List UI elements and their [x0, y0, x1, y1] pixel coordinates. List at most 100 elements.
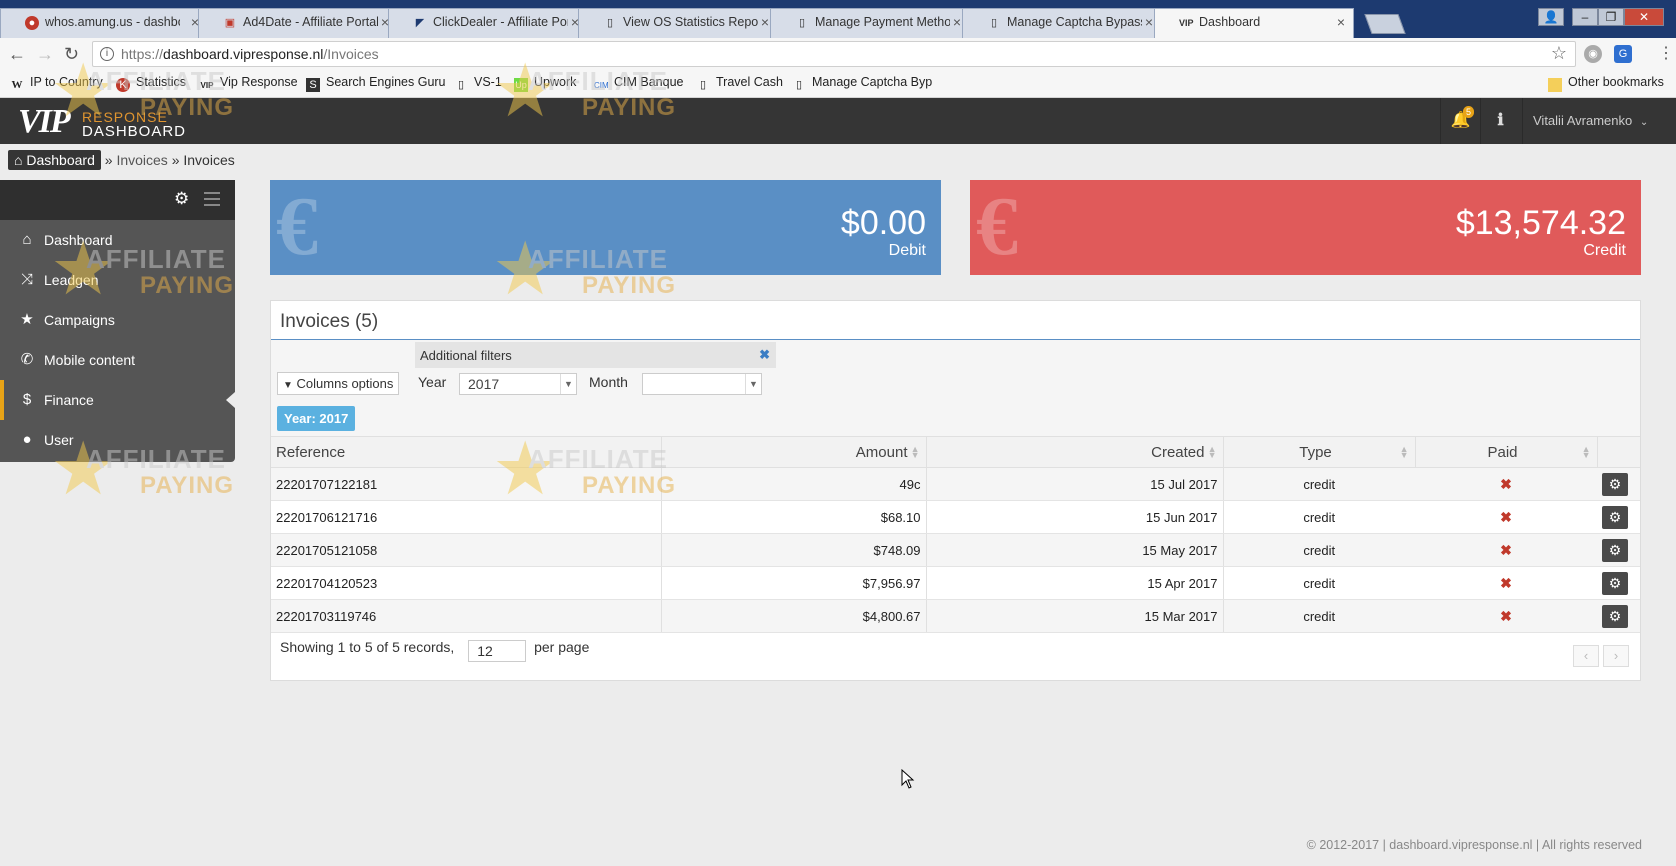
unpaid-icon: ✖	[1415, 566, 1597, 600]
bookmark-item[interactable]: CIM CIM Banque	[594, 75, 683, 93]
row-settings-button[interactable]: ⚙	[1602, 472, 1628, 496]
clickdealer-icon: ◤	[415, 17, 425, 29]
sidebar-item-campaigns[interactable]: ★ Campaigns	[0, 300, 235, 340]
browser-tab[interactable]: ▣ Ad4Date - Affiliate Portal ×	[198, 8, 398, 38]
page-icon: ▯	[795, 79, 803, 91]
vip-response-logo[interactable]: VIP RESPONSE DASHBOARD	[18, 103, 185, 141]
browser-tab-bar: ● whos.amung.us - dashbo × ▣ Ad4Date - A…	[0, 0, 1676, 38]
bookmark-item[interactable]: ▯ Travel Cash	[696, 75, 783, 92]
info-icon[interactable]: i	[100, 47, 114, 61]
gear-icon: ⚙	[1608, 607, 1622, 624]
table-row: 22201706121716 $68.10 15 Jun 2017 credit…	[271, 500, 1640, 534]
bookmark-item[interactable]: ▯ VS-1	[454, 75, 502, 92]
browser-tab[interactable]: ◤ ClickDealer - Affiliate Por ×	[388, 8, 588, 38]
reload-icon[interactable]: ↻	[64, 45, 79, 63]
breadcrumb-invoices-link[interactable]: Invoices	[116, 152, 167, 168]
gear-icon: ⚙	[1608, 574, 1622, 591]
menu-toggle-icon[interactable]	[204, 192, 220, 206]
columns-options-button[interactable]: ▼ Columns options	[277, 372, 400, 395]
per-page-input[interactable]: 12	[468, 640, 527, 662]
invoices-panel: Invoices (5) Additional filters ✖ ▼ Colu…	[270, 300, 1641, 681]
unpaid-icon: ✖	[1415, 500, 1597, 534]
restore-button[interactable]: ❐	[1598, 8, 1624, 26]
browser-tab[interactable]: ● whos.amung.us - dashbo ×	[0, 8, 208, 38]
browser-tab[interactable]: ▯ Manage Payment Metho ×	[770, 8, 970, 38]
forward-arrow-icon[interactable]: →	[36, 45, 54, 63]
vip-icon: VIP	[200, 81, 214, 90]
bookmark-star-icon[interactable]: ☆	[1551, 43, 1567, 64]
cim-icon: CIM	[594, 81, 609, 90]
prev-page-button[interactable]: ‹	[1573, 645, 1599, 667]
folder-icon	[1548, 78, 1562, 92]
euro-icon: €	[976, 180, 1018, 273]
bookmark-item[interactable]: K Statistics	[116, 75, 186, 92]
translate-icon[interactable]: G	[1614, 45, 1632, 63]
bookmark-item[interactable]: S Search Engines Guru	[306, 75, 446, 92]
info-button[interactable]: ℹ	[1480, 98, 1520, 144]
row-settings-button[interactable]: ⚙	[1602, 571, 1628, 595]
url-input[interactable]: i https://dashboard.vipresponse.nl/Invoi…	[92, 41, 1576, 67]
info-icon: ℹ	[1497, 112, 1504, 129]
row-settings-button[interactable]: ⚙	[1602, 538, 1628, 562]
breadcrumb-home[interactable]: ⌂ Dashboard	[8, 150, 101, 170]
panel-title: Invoices (5)	[280, 311, 379, 332]
back-arrow-icon[interactable]: ←	[8, 45, 26, 63]
close-tab-icon[interactable]: ×	[1337, 14, 1345, 30]
active-filter-tag[interactable]: Year: 2017	[277, 406, 356, 431]
sidebar-item-mobile-content[interactable]: ✆ Mobile content	[0, 340, 235, 380]
column-header-actions	[1597, 436, 1640, 468]
browser-tab[interactable]: ▯ Manage Captcha Bypass ×	[962, 8, 1162, 38]
close-tab-icon[interactable]: ×	[761, 14, 769, 30]
sidebar-item-dashboard[interactable]: ⌂ Dashboard	[0, 220, 235, 260]
minimize-button[interactable]: –	[1572, 8, 1598, 26]
bookmark-item[interactable]: W IP to Country	[10, 75, 103, 92]
table-row: 22201707122181 49c 15 Jul 2017 credit ✖ …	[271, 467, 1640, 501]
gear-icon[interactable]: ⚙	[174, 189, 189, 209]
close-window-button[interactable]: ✕	[1624, 8, 1664, 26]
profile-icon[interactable]: 👤	[1538, 8, 1564, 26]
w-icon: W	[11, 79, 23, 91]
table-row: 22201705121058 $748.09 15 May 2017 credi…	[271, 533, 1640, 567]
breadcrumb-current: Invoices	[183, 152, 235, 168]
sidebar: ⚙ ⌂ Dashboard ⤨ Leadgen ★ Campaigns ✆ Mo…	[0, 180, 235, 462]
bookmark-item[interactable]: ▯ Manage Captcha Byp	[792, 75, 932, 92]
menu-dots-icon[interactable]: ⋮	[1658, 45, 1674, 63]
chevron-down-icon: ⌄	[1639, 117, 1649, 128]
column-header-reference[interactable]: Reference	[271, 436, 662, 468]
year-select[interactable]: 2017 ▼	[459, 373, 577, 395]
row-settings-button[interactable]: ⚙	[1602, 505, 1628, 529]
column-header-paid[interactable]: Paid ▲ ▼	[1415, 436, 1598, 468]
next-page-button[interactable]: ›	[1603, 645, 1629, 667]
sidebar-item-user[interactable]: ● User	[0, 420, 235, 460]
month-select[interactable]: ▼	[642, 373, 762, 395]
other-bookmarks[interactable]: Other bookmarks	[1548, 75, 1664, 92]
credit-card: € $13,574.32 Credit	[970, 180, 1641, 275]
browser-tab-active[interactable]: VIP Dashboard ×	[1154, 8, 1354, 38]
close-filters-icon[interactable]: ✖	[759, 347, 770, 363]
sort-icon: ▲ ▼	[910, 444, 920, 460]
extension-icon[interactable]: ◉	[1584, 45, 1602, 63]
table-row: 22201703119746 $4,800.67 15 Mar 2017 cre…	[271, 599, 1640, 633]
new-tab-button[interactable]	[1364, 14, 1406, 34]
row-settings-button[interactable]: ⚙	[1602, 604, 1628, 628]
year-label: Year	[418, 374, 447, 390]
footer-copyright: © 2012-2017 | dashboard.vipresponse.nl |…	[1306, 838, 1642, 852]
sort-icon: ▲ ▼	[1581, 444, 1591, 460]
notifications-button[interactable]: 🔔 5	[1440, 98, 1480, 144]
debit-amount: $0.00	[840, 204, 926, 242]
close-tab-icon[interactable]: ×	[953, 14, 961, 30]
column-header-type[interactable]: Type ▲ ▼	[1223, 436, 1416, 468]
home-icon: ⌂	[14, 152, 23, 168]
bookmark-item[interactable]: Up Upwork	[514, 75, 576, 92]
table-header-row: Reference Amount ▲ ▼ Created ▲ ▼ Type ▲ ▼ Paid…	[271, 436, 1640, 468]
column-header-amount[interactable]: Amount ▲ ▼	[661, 436, 927, 468]
sidebar-item-finance[interactable]: $ Finance	[0, 380, 235, 420]
close-tab-icon[interactable]: ×	[1145, 14, 1153, 30]
debit-card: € $0.00 Debit	[270, 180, 941, 275]
browser-tab[interactable]: ▯ View OS Statistics Report ×	[578, 8, 778, 38]
sidebar-item-leadgen[interactable]: ⤨ Leadgen	[0, 260, 235, 300]
bookmark-item[interactable]: VIP Vip Response	[200, 75, 298, 93]
user-menu[interactable]: Vitalii Avramenko ⌄	[1522, 98, 1664, 144]
page-icon: ▯	[798, 17, 806, 29]
column-header-created[interactable]: Created ▲ ▼	[926, 436, 1224, 468]
